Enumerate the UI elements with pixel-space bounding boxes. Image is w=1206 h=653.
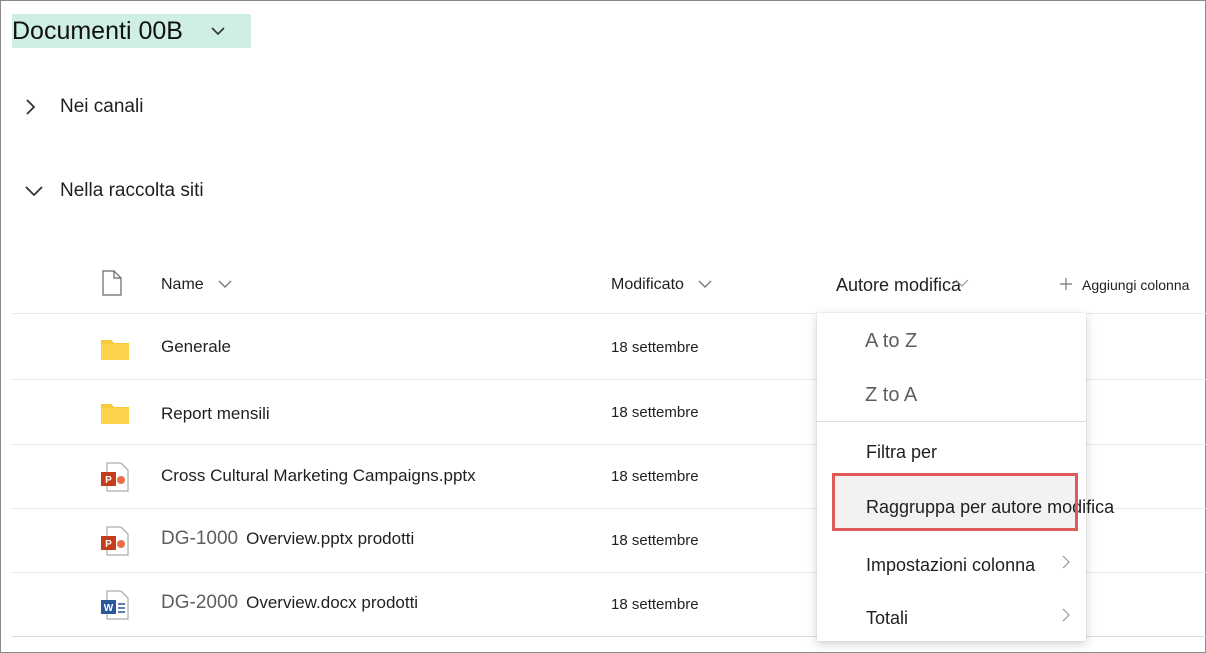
library-title-button[interactable]: Documenti 00B — [12, 14, 251, 48]
chevron-right-icon — [24, 98, 60, 116]
library-title: Documenti 00B — [12, 17, 183, 45]
chevron-down-icon — [185, 14, 251, 48]
powerpoint-icon: P — [100, 526, 130, 556]
section-channels[interactable]: Nei canali — [24, 96, 143, 118]
menu-item-sort-z-to-a[interactable]: Z to A — [865, 381, 1086, 409]
callout-highlight-box — [832, 473, 1078, 531]
modified-date: 18 settembre — [611, 339, 699, 356]
column-header-modified-by[interactable]: Autore modifica — [836, 268, 969, 302]
folder-icon — [100, 333, 130, 363]
file-name[interactable]: DG-1000 Overview.pptx prodotti — [161, 528, 414, 550]
chevron-right-icon — [1062, 555, 1070, 574]
section-channels-label: Nei canali — [60, 96, 144, 117]
svg-text:P: P — [105, 475, 112, 486]
menu-item-filter-by[interactable]: Filtra per — [866, 439, 1086, 465]
folder-icon — [100, 398, 130, 428]
menu-item-sort-a-to-z[interactable]: A to Z — [865, 327, 1086, 355]
modified-date: 18 settembre — [611, 596, 699, 613]
menu-divider — [817, 421, 1086, 422]
column-modified-by-label: Autore modifica — [836, 274, 962, 295]
chevron-down-icon — [24, 185, 60, 197]
modified-date: 18 settembre — [611, 404, 699, 421]
chevron-down-icon — [218, 276, 232, 294]
section-site-library-label: Nella raccolta siti — [60, 180, 204, 201]
column-header-modified[interactable]: Modificato — [611, 268, 712, 302]
svg-text:P: P — [105, 539, 112, 550]
file-name[interactable]: Report mensili — [161, 404, 270, 424]
plus-icon — [1060, 277, 1072, 293]
word-icon: W — [100, 590, 130, 620]
svg-text:W: W — [104, 603, 114, 614]
menu-item-column-settings[interactable]: Impostazioni colonna — [866, 552, 1086, 578]
section-site-library[interactable]: Nella raccolta siti — [24, 180, 204, 202]
add-column-label: Aggiungi colonna — [1082, 277, 1190, 293]
menu-item-totals[interactable]: Totali — [866, 605, 1086, 631]
file-name[interactable]: Cross Cultural Marketing Campaigns.pptx — [161, 466, 476, 486]
powerpoint-icon: P — [100, 462, 130, 492]
column-header-name[interactable]: Name — [161, 268, 232, 302]
column-modified-label: Modificato — [611, 276, 684, 293]
file-name[interactable]: DG-2000 Overview.docx prodotti — [161, 592, 418, 614]
modified-date: 18 settembre — [611, 532, 699, 549]
chevron-down-icon — [955, 272, 969, 293]
document-icon — [101, 269, 123, 301]
column-name-label: Name — [161, 276, 204, 293]
chevron-right-icon — [1062, 608, 1070, 627]
add-column-button[interactable]: Aggiungi colonna — [1060, 268, 1189, 302]
modified-date: 18 settembre — [611, 468, 699, 485]
chevron-down-icon — [698, 276, 712, 294]
file-name[interactable]: Generale — [161, 337, 231, 357]
file-type-header[interactable] — [101, 268, 123, 302]
